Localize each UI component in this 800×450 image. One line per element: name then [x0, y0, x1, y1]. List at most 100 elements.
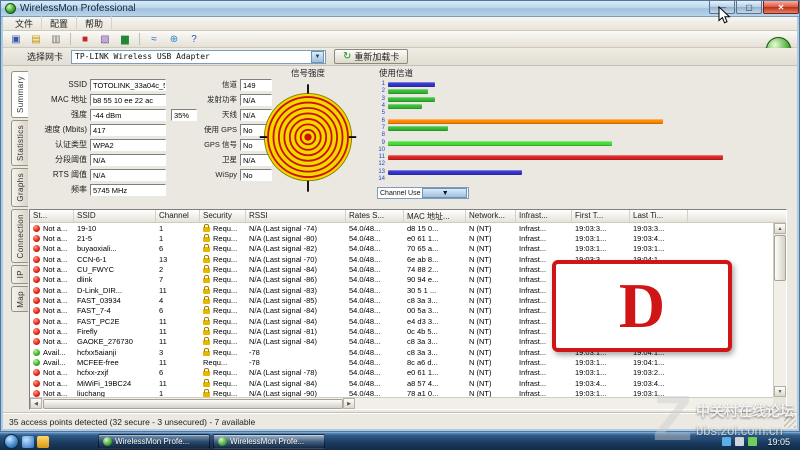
column-header-2[interactable]: Channel	[156, 210, 200, 222]
table-row[interactable]: Not a... MiWiFi_19BC24 11 Requ... N/A (Last …	[30, 378, 773, 388]
tray-network-icon[interactable]	[722, 437, 732, 446]
status-text: 35 access points detected (32 secure - 3…	[9, 416, 256, 427]
taskbar-clock[interactable]: 19:05	[761, 437, 796, 447]
column-header-9[interactable]: First T...	[572, 210, 630, 222]
status-cell: Not a...	[30, 306, 74, 316]
field-label: 发射功率	[207, 95, 237, 104]
summary-field-row: 速度 (Mbits) 417	[23, 122, 197, 137]
first-time-cell: 19:03:1...	[575, 368, 607, 378]
report-icon[interactable]: ▧	[96, 32, 114, 47]
adapter-row: 选择网卡 TP-LINK Wireless USB Adapter ▼ ↻ 重新…	[3, 48, 797, 66]
table-row[interactable]: Not a... hcfxx-zxjf 6 Requ... N/A (Last sign…	[30, 368, 773, 378]
tray-volume-icon[interactable]	[735, 437, 745, 446]
mouse-cursor	[718, 6, 731, 24]
status-bar: 35 access points detected (32 secure - 3…	[3, 413, 797, 429]
scroll-right-icon[interactable]: ▶	[343, 398, 355, 409]
field-label: 速度 (Mbits)	[44, 125, 87, 134]
tab-map[interactable]: Map	[11, 285, 28, 313]
tab-label: Connection	[15, 213, 25, 259]
channel-usage-bar	[388, 96, 435, 102]
column-header-0[interactable]: St...	[30, 210, 74, 222]
rssi-cell: N/A (Last signal -84)	[249, 316, 317, 326]
scroll-thumb[interactable]	[774, 235, 786, 281]
globe-icon[interactable]: ⊕	[165, 32, 183, 47]
bar-chart-icon[interactable]: ▆	[116, 32, 134, 47]
column-header-6[interactable]: MAC 地址...	[404, 210, 466, 222]
open-folder-icon[interactable]: ▤	[27, 32, 45, 47]
column-header-1[interactable]: SSID	[74, 210, 156, 222]
table-row[interactable]: Not a... buyaoxiali... 6 Requ... N/A (Last s…	[30, 244, 773, 254]
vertical-scrollbar[interactable]: ▲ ▼	[773, 223, 786, 397]
channel-use-select[interactable]: Channel Use CH/G ▼	[377, 187, 469, 200]
scroll-thumb[interactable]	[43, 398, 343, 409]
menu-item-1[interactable]: 配置	[42, 16, 78, 31]
close-button[interactable]: ✕	[763, 1, 799, 14]
titlebar[interactable]: WirelessMon Professional — ▢ ✕	[1, 1, 799, 17]
quick-launch-browser-icon[interactable]	[22, 435, 34, 448]
field-label: 分段阈值	[55, 155, 87, 164]
export-icon[interactable]: ▥	[47, 32, 65, 47]
ssid-cell: FAST_03934	[77, 296, 121, 306]
column-header-8[interactable]: Infrast...	[516, 210, 572, 222]
channel-cell: 4	[159, 296, 164, 306]
rates-cell: 54.0/48...	[349, 389, 381, 397]
column-header-4[interactable]: RSSI	[246, 210, 346, 222]
column-header-10[interactable]: Last Ti...	[630, 210, 688, 222]
menu-item-0[interactable]: 文件	[7, 16, 43, 31]
save-icon[interactable]: ▣	[7, 32, 25, 47]
rssi-cell: N/A (Last signal -86)	[249, 275, 317, 285]
table-row[interactable]: Not a... 19-10 1 Requ... N/A (Last signal -7…	[30, 223, 773, 233]
quick-launch-folder-icon[interactable]	[37, 435, 49, 448]
rssi-cell: N/A (Last signal -85)	[249, 296, 317, 306]
d-stamp-overlay: D	[552, 260, 732, 352]
lock-icon	[203, 316, 210, 325]
scroll-down-icon[interactable]: ▼	[774, 386, 786, 397]
column-header-5[interactable]: Rates S...	[346, 210, 404, 222]
signal-strength-panel: 信号强度	[257, 67, 359, 201]
availability-text: Not a...	[43, 254, 68, 264]
column-header-3[interactable]: Security	[200, 210, 246, 222]
column-header-7[interactable]: Network...	[466, 210, 516, 222]
table-row[interactable]: Avail... MCFEE-free 11 Requ... -78 54.0/48...…	[30, 357, 773, 367]
security-text: Requ...	[213, 378, 238, 388]
reload-card-button[interactable]: ↻ 重新加载卡	[334, 49, 409, 64]
chevron-down-icon[interactable]: ▼	[311, 50, 325, 63]
security-cell: Requ...	[200, 223, 246, 233]
horizontal-scrollbar[interactable]: ◀ ▶	[30, 397, 773, 409]
app-icon	[5, 3, 16, 14]
tray-app-icon[interactable]	[748, 437, 758, 446]
status-dot-icon	[33, 379, 40, 387]
chevron-down-icon[interactable]: ▼	[421, 188, 467, 199]
rssi-cell: N/A (Last signal -83)	[249, 285, 317, 295]
maximize-button[interactable]: ▢	[736, 1, 762, 14]
field-label: 卫星	[222, 155, 237, 164]
taskbar-button-0[interactable]: WirelessMon Profe...	[98, 434, 210, 449]
line-graph-icon[interactable]: ≈	[145, 32, 163, 47]
scroll-up-icon[interactable]: ▲	[774, 223, 786, 234]
taskbar-button-1[interactable]: WirelessMon Profe...	[213, 434, 325, 449]
tab-ip[interactable]: IP	[11, 265, 28, 284]
taskbar-app-icon	[218, 437, 227, 446]
tab-label: Map	[15, 290, 25, 308]
tab-connection[interactable]: Connection	[11, 208, 28, 264]
start-button[interactable]	[4, 434, 19, 449]
channel-usage-chart: 1 2 3 4 5 6 7 8 9 10 11 12 13 14	[373, 81, 743, 183]
table-row[interactable]: Not a... liuchang 1 Requ... N/A (Last signal…	[30, 389, 773, 397]
rates-cell: 54.0/48...	[349, 234, 381, 244]
help-icon[interactable]: ?	[185, 32, 203, 47]
mac-cell: 90 94 e...	[407, 275, 439, 285]
resize-grip[interactable]	[784, 416, 796, 428]
rssi-cell: N/A (Last signal -84)	[249, 337, 317, 347]
channel-row: 11	[373, 154, 743, 161]
lock-icon	[203, 244, 210, 253]
security-cell: Requ...	[200, 233, 246, 243]
mac-cell: e0 61 1...	[407, 234, 439, 244]
table-row[interactable]: Not a... 21-5 1 Requ... N/A (Last signal -80…	[30, 233, 773, 243]
infrastructure-cell: Infrast...	[519, 389, 547, 397]
scroll-left-icon[interactable]: ◀	[30, 398, 42, 409]
adapter-select[interactable]: TP-LINK Wireless USB Adapter ▼	[71, 49, 327, 64]
taskbar: WirelessMon Profe... WirelessMon Profe...…	[0, 432, 800, 450]
status-cell: Not a...	[30, 368, 74, 378]
menu-item-2[interactable]: 帮助	[77, 16, 113, 31]
stop-icon[interactable]: ■	[76, 32, 94, 47]
